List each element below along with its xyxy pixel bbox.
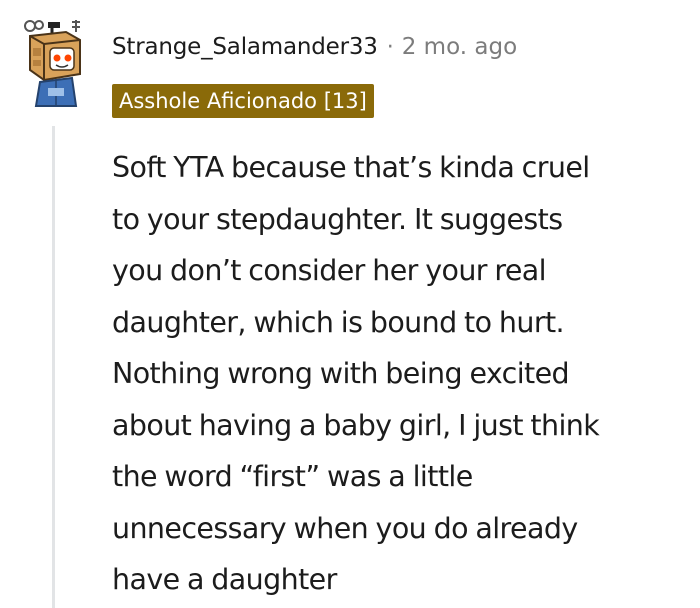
comment-body-line: daughter, which is bound to hurt.: [112, 305, 565, 339]
meta-separator: ·: [386, 35, 394, 60]
timestamp[interactable]: 2 mo. ago: [402, 34, 517, 60]
comment-body-line: unnecessary when you do already: [112, 511, 578, 545]
robot-box-avatar-icon: [24, 20, 81, 107]
thread-line[interactable]: [52, 126, 55, 608]
comment-body-line: about having a baby girl, I just think: [112, 408, 600, 442]
comment-body-line: have a daughter: [112, 563, 337, 596]
comment-body-line: to your stepdaughter. It suggests: [112, 202, 563, 236]
user-flair: Asshole Aficionado [13]: [112, 84, 374, 118]
user-avatar[interactable]: [22, 18, 88, 108]
username-link[interactable]: Strange_Salamander33: [112, 34, 378, 60]
comment: Strange_Salamander33 · 2 mo. ago Asshole…: [0, 0, 700, 608]
comment-body-line: you don’t consider her your real: [112, 254, 547, 287]
comment-body-line: Nothing wrong with being excited: [112, 357, 570, 390]
comment-body-line: Soft YTA because that’s kinda cruel: [112, 151, 590, 184]
comment-body: Soft YTA because that’s kinda cruel to y…: [112, 142, 697, 606]
comment-body-line: the word “first” was a little: [112, 460, 473, 493]
comment-header: Strange_Salamander33 · 2 mo. ago: [112, 34, 517, 60]
